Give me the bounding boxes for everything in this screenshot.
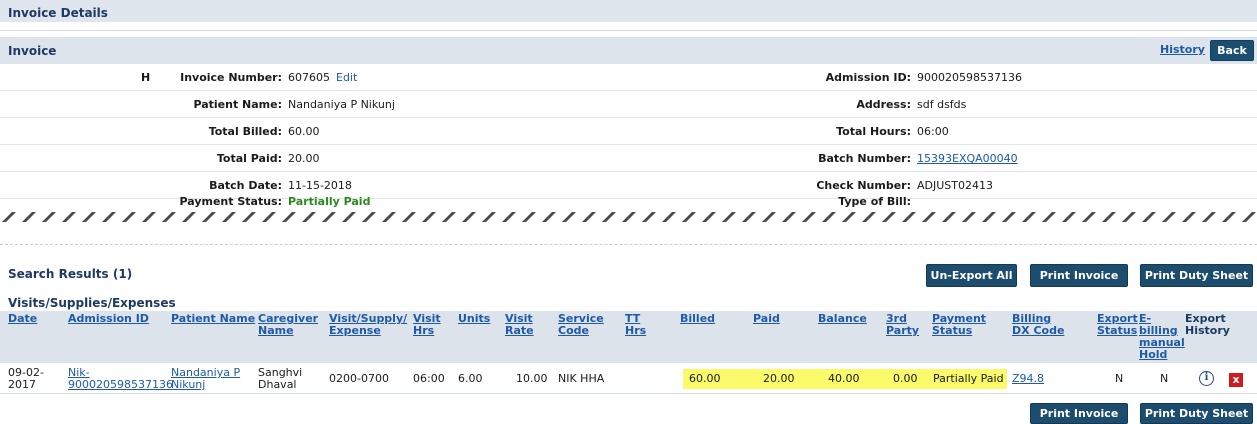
row-patient-name-link[interactable]: Nandaniya P Nikunj — [171, 367, 240, 391]
row-admission-id-link[interactable]: Nik- 900020598537136 — [68, 367, 173, 391]
row-visit-supply: 0200-0700 — [329, 372, 389, 385]
history-link[interactable]: History — [1160, 43, 1205, 56]
row-export-status: N — [1115, 372, 1124, 385]
col-payment-status[interactable]: Payment Status — [932, 313, 986, 337]
col-admission-id[interactable]: Admission ID — [68, 313, 149, 325]
col-visit-hrs[interactable]: Visit Hrs — [413, 313, 441, 337]
row-billed: 60.00 — [689, 372, 721, 385]
table-row: 09-02- 2017 Nik- 900020598537136 Nandaniya… — [0, 364, 1257, 394]
row-ebilling-hold: N — [1160, 372, 1169, 385]
col-third-party[interactable]: 3rd Party — [886, 313, 919, 337]
torn-edge-divider — [0, 210, 1257, 224]
print-invoice-button-bottom[interactable]: Print Invoice — [1030, 403, 1128, 424]
col-balance[interactable]: Balance — [818, 313, 867, 325]
detail-row-payment-status: Payment Status: Partially Paid Type of B… — [0, 190, 1257, 210]
total-hours-label: Total Hours: — [836, 125, 911, 138]
col-service-code[interactable]: Service Code — [558, 313, 604, 337]
detail-row-invoice-number: H Invoice Number: 607605 Edit Admission I… — [0, 64, 1257, 91]
payment-status-value: Partially Paid — [288, 195, 371, 208]
total-hours-value: 06:00 — [917, 125, 949, 138]
payment-status-label: Payment Status: — [179, 195, 282, 208]
address-label: Address: — [856, 98, 911, 111]
admission-id-value: 900020598537136 — [917, 71, 1022, 84]
col-date[interactable]: Date — [8, 313, 37, 325]
row-service-code: NIK HHA — [558, 372, 605, 385]
grid-header: Date Admission ID Patient Name Caregiver… — [0, 311, 1257, 363]
dashed-divider — [0, 244, 1257, 245]
print-invoice-button-top[interactable]: Print Invoice — [1030, 264, 1128, 287]
detail-row-patient: Patient Name: Nandaniya P Nikunj Address… — [0, 91, 1257, 118]
col-ebilling-hold[interactable]: E-billing manual Hold — [1139, 313, 1185, 361]
col-visit-supply[interactable]: Visit/Supply/Expense — [329, 313, 407, 337]
info-icon[interactable]: i — [1199, 371, 1214, 386]
page-header: Invoice Details — [0, 0, 1257, 24]
search-results-title: Search Results (1) — [8, 267, 132, 281]
unexport-all-button[interactable]: Un-Export All — [926, 264, 1017, 287]
total-paid-value: 20.00 — [288, 152, 320, 165]
patient-name-label: Patient Name: — [193, 98, 282, 111]
total-billed-value: 60.00 — [288, 125, 320, 138]
invoice-number-value: 607605 Edit — [288, 71, 357, 84]
col-patient-name[interactable]: Patient Name — [171, 313, 255, 325]
row-balance: 40.00 — [828, 372, 860, 385]
search-results-label: Search Results — [8, 267, 109, 281]
patient-name-value: Nandaniya P Nikunj — [288, 98, 395, 111]
row-paid: 20.00 — [763, 372, 795, 385]
batch-number-link[interactable]: 15393EXQA00040 — [917, 152, 1018, 165]
edit-invoice-link[interactable]: Edit — [336, 71, 357, 84]
address-value: sdf dsfds — [917, 98, 967, 111]
type-of-bill-label: Type of Bill: — [838, 195, 911, 208]
divider — [0, 30, 1257, 31]
invoice-number: 607605 — [288, 71, 330, 84]
delete-icon[interactable]: x — [1229, 373, 1243, 387]
invoice-panel-header: Invoice History Back — [0, 37, 1257, 64]
row-visit-hrs: 06:00 — [413, 372, 445, 385]
total-billed-label: Total Billed: — [208, 125, 282, 138]
col-paid[interactable]: Paid — [753, 313, 780, 325]
row-billing-dx-link[interactable]: Z94.8 — [1012, 373, 1044, 385]
print-duty-sheet-button-bottom[interactable]: Print Duty Sheet — [1140, 403, 1253, 424]
print-duty-sheet-button-top[interactable]: Print Duty Sheet — [1140, 264, 1253, 287]
row-caregiver: Sanghvi Dhaval — [258, 366, 303, 391]
total-paid-label: Total Paid: — [216, 152, 282, 165]
h-marker: H — [141, 71, 151, 84]
row-payment-status: Partially Paid — [933, 372, 1004, 385]
visits-section-title: Visits/Supplies/Expenses — [8, 296, 176, 310]
col-caregiver-name[interactable]: Caregiver Name — [258, 313, 318, 337]
detail-row-billed: Total Billed: 60.00 Total Hours: 06:00 — [0, 118, 1257, 145]
col-visit-rate[interactable]: Visit Rate — [505, 313, 534, 337]
col-billing-dx-code[interactable]: Billing DX Code — [1012, 313, 1064, 337]
col-export-status[interactable]: Export Status — [1097, 313, 1138, 337]
admission-id-label: Admission ID: — [825, 71, 911, 84]
invoice-panel-title: Invoice — [8, 44, 57, 58]
back-button[interactable]: Back — [1210, 40, 1254, 61]
row-visit-rate: 10.00 — [516, 372, 548, 385]
col-units[interactable]: Units — [458, 313, 490, 325]
invoice-number-label: Invoice Number: — [180, 71, 282, 84]
col-export-history: Export History — [1185, 312, 1230, 337]
search-results-count: (1) — [112, 267, 133, 281]
batch-number-label: Batch Number: — [818, 152, 911, 165]
page-title: Invoice Details — [8, 6, 108, 20]
col-tt-hrs[interactable]: TT Hrs — [625, 313, 646, 337]
row-third-party: 0.00 — [893, 372, 918, 385]
row-units: 6.00 — [458, 372, 483, 385]
col-billed[interactable]: Billed — [680, 313, 715, 325]
row-date: 09-02- 2017 — [8, 366, 44, 391]
detail-row-paid: Total Paid: 20.00 Batch Number: 15393EXQ… — [0, 145, 1257, 172]
